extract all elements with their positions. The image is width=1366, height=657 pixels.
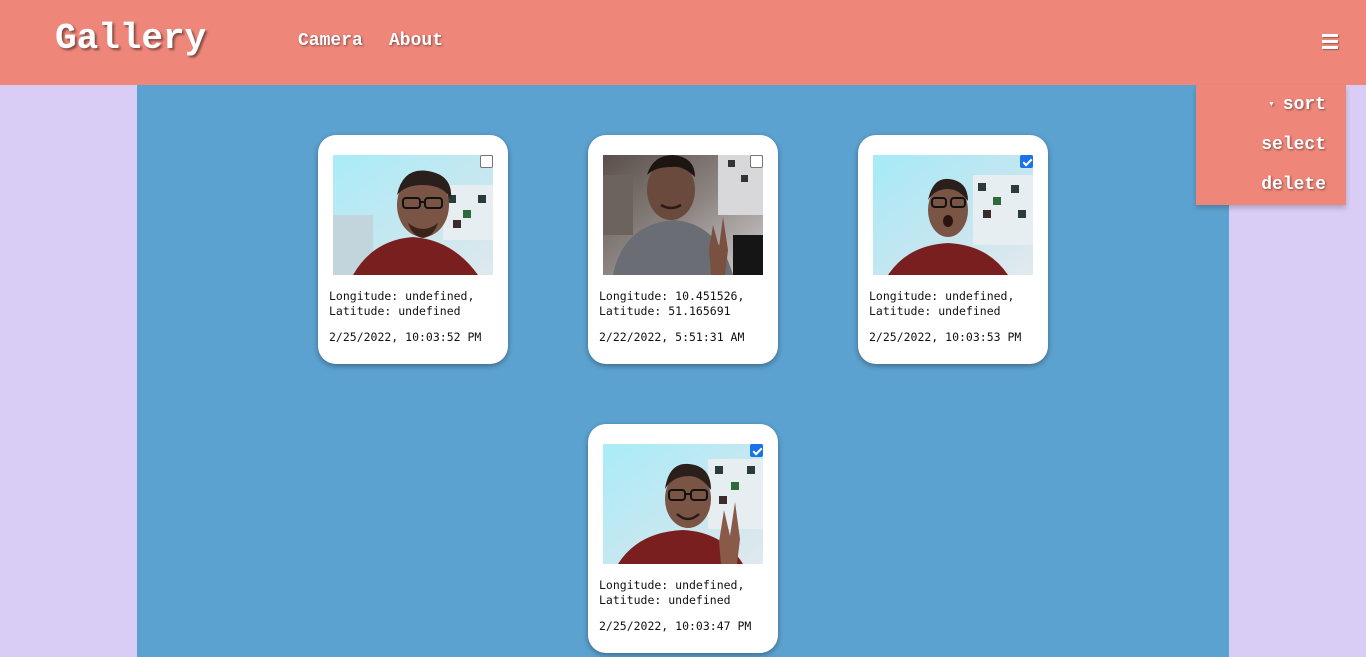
photo-card[interactable]: Longitude: undefined, Latitude: undefine… (588, 424, 778, 653)
photo-thumbnail[interactable] (873, 155, 1033, 275)
photo-coordinates: Longitude: undefined, Latitude: undefine… (329, 289, 475, 318)
photo-timestamp: 2/25/2022, 10:03:52 PM (329, 330, 482, 344)
nav-link-about[interactable]: About (389, 31, 443, 51)
select-menu-item[interactable]: select (1261, 135, 1326, 155)
photo-coordinates: Longitude: undefined, Latitude: undefine… (599, 578, 745, 607)
photo-coordinates: Longitude: 10.451526, Latitude: 51.16569… (599, 289, 745, 318)
photo-coordinates: Longitude: undefined, Latitude: undefine… (869, 289, 1015, 318)
caret-down-icon: ▾ (1268, 99, 1275, 111)
photo-card[interactable]: Longitude: undefined, Latitude: undefine… (318, 135, 508, 364)
select-checkbox[interactable] (1020, 155, 1033, 168)
hamburger-icon[interactable] (1320, 28, 1340, 54)
gallery-container: Longitude: undefined, Latitude: undefine… (137, 85, 1229, 657)
photo-thumbnail[interactable] (603, 155, 763, 275)
brand-title[interactable]: Gallery (55, 18, 206, 59)
photo-timestamp: 2/22/2022, 5:51:31 AM (599, 330, 745, 344)
photo-thumbnail[interactable] (603, 444, 763, 564)
photo-card[interactable]: Longitude: 10.451526, Latitude: 51.16569… (588, 135, 778, 364)
delete-menu-item[interactable]: delete (1261, 175, 1326, 195)
select-checkbox[interactable] (750, 444, 763, 457)
photo-thumbnail[interactable] (333, 155, 493, 275)
sort-label: sort (1282, 95, 1326, 115)
sort-menu-item[interactable]: ▾ sort (1268, 95, 1326, 115)
photo-timestamp: 2/25/2022, 10:03:47 PM (599, 619, 752, 633)
select-checkbox[interactable] (480, 155, 493, 168)
select-checkbox[interactable] (750, 155, 763, 168)
photo-card[interactable]: Longitude: undefined, Latitude: undefine… (858, 135, 1048, 364)
navbar: Gallery Camera About (0, 0, 1366, 85)
photo-timestamp: 2/25/2022, 10:03:53 PM (869, 330, 1022, 344)
nav-link-camera[interactable]: Camera (298, 31, 363, 51)
options-dropdown: ▾ sort select delete (1196, 85, 1346, 205)
